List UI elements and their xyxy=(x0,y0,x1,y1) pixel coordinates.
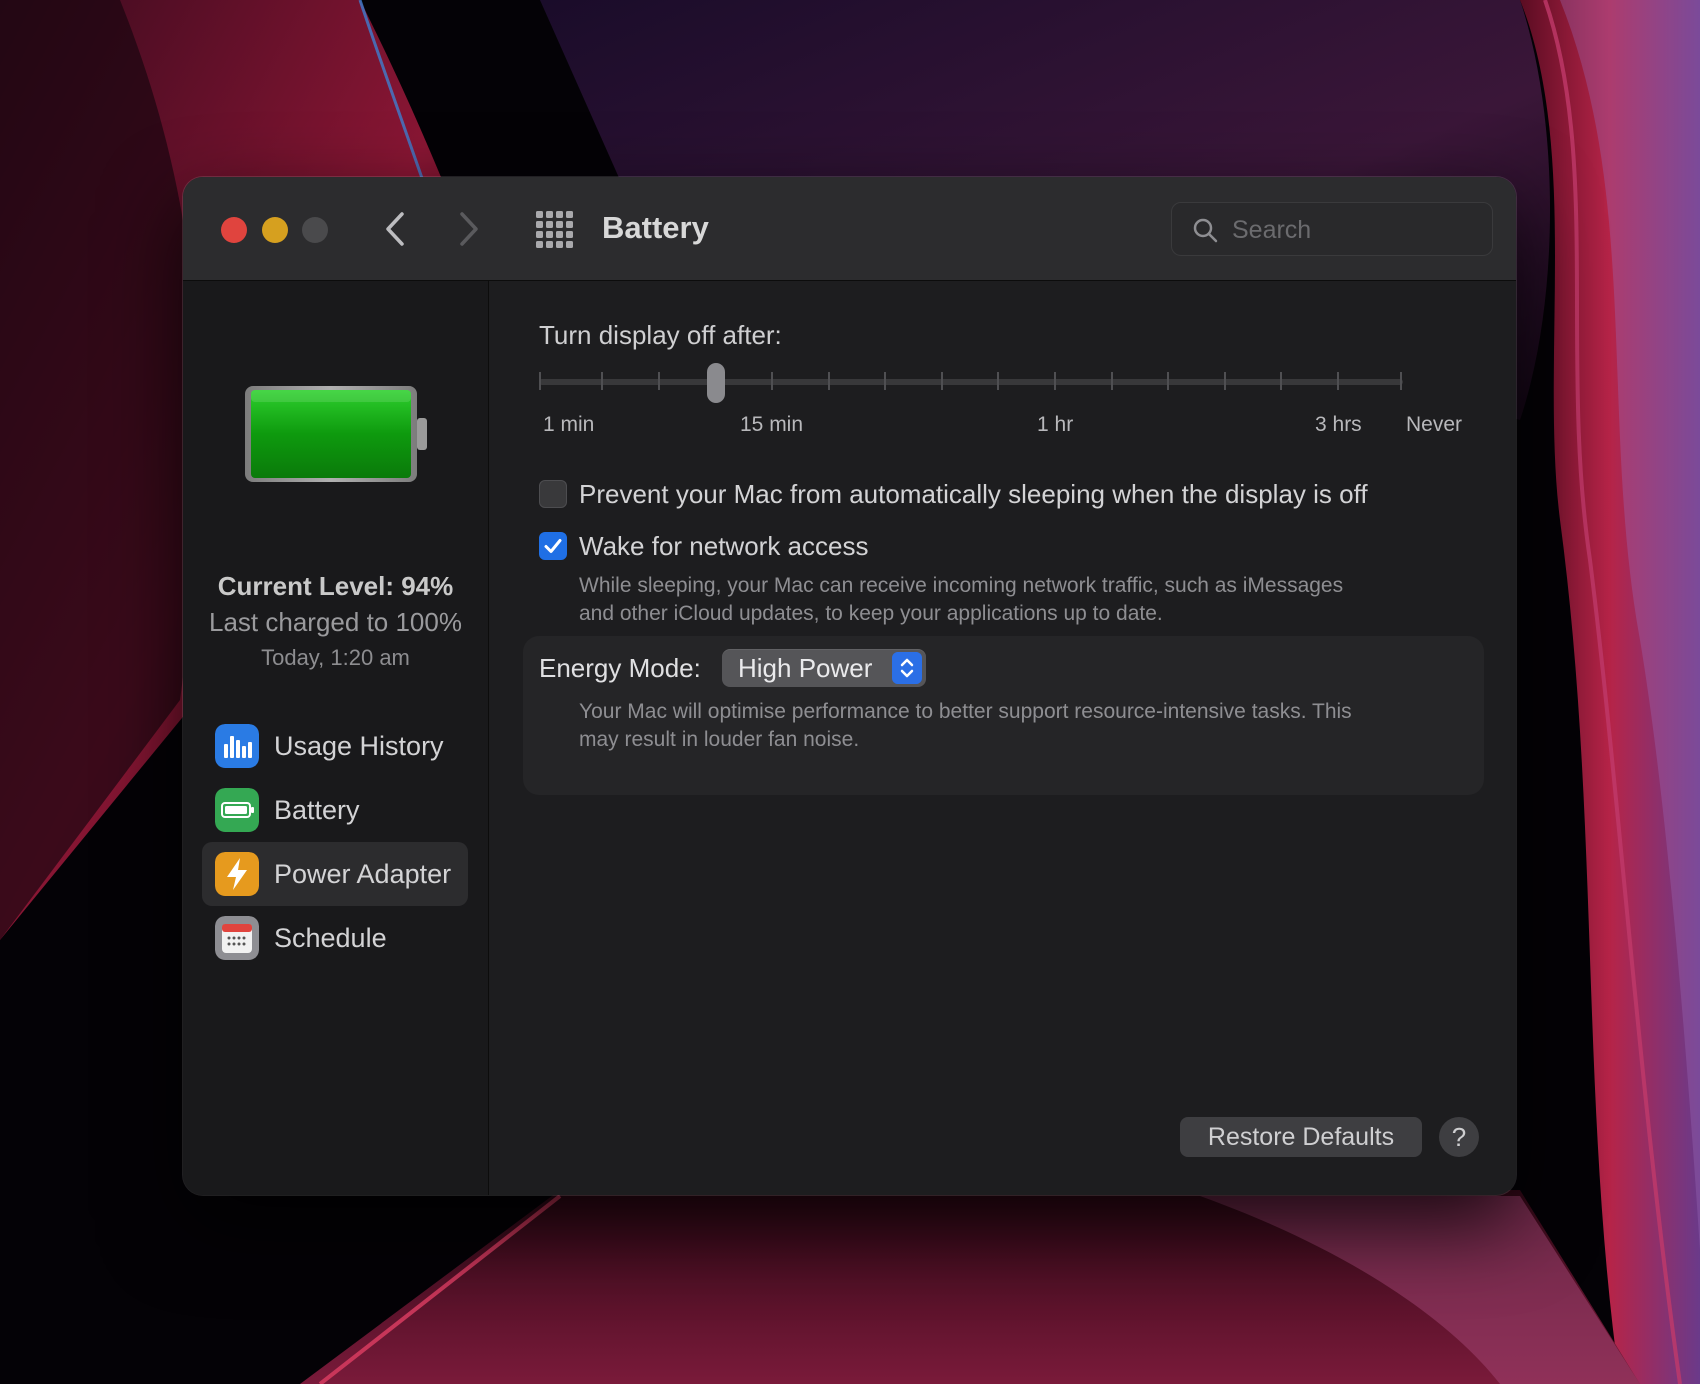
sidebar-item-label: Usage History xyxy=(274,731,444,761)
battery-fill xyxy=(251,390,411,478)
search-input[interactable] xyxy=(1230,211,1484,249)
display-off-slider-title: Turn display off after: xyxy=(539,320,782,350)
current-level-text: Current Level: 94% xyxy=(217,571,454,601)
slider-label-never: Never xyxy=(1406,413,1463,436)
last-charged-text: Last charged to 100% xyxy=(209,607,462,637)
sidebar-item-schedule[interactable]: Schedule xyxy=(202,906,468,970)
display-off-slider-ticks xyxy=(539,372,1402,390)
energy-mode-label: Energy Mode: xyxy=(539,653,701,683)
energy-mode-value: High Power xyxy=(738,653,873,683)
sidebar-item-label: Schedule xyxy=(274,923,387,953)
chevron-left-icon[interactable] xyxy=(376,207,416,251)
checkmark-icon xyxy=(544,539,562,553)
battery-level-graphic xyxy=(245,386,427,482)
display-off-slider-thumb[interactable] xyxy=(707,363,725,403)
prevent-sleep-checkbox[interactable] xyxy=(539,480,567,508)
energy-mode-description-line1: Your Mac will optimise performance to be… xyxy=(579,700,1352,723)
chevron-up-down-icon xyxy=(892,652,922,684)
slider-label-1-hr: 1 hr xyxy=(1037,413,1074,436)
sidebar-item-label: Battery xyxy=(274,795,360,825)
magnifier-icon xyxy=(1193,218,1218,243)
window-title: Battery xyxy=(602,210,709,245)
bar-chart-icon xyxy=(215,724,259,768)
energy-mode-popup[interactable]: High Power xyxy=(722,649,926,687)
minimize-button[interactable] xyxy=(262,217,288,243)
search-field[interactable] xyxy=(1171,202,1493,256)
sidebar-item-battery[interactable]: Battery xyxy=(202,778,468,842)
sidebar-item-label: Power Adapter xyxy=(274,859,452,889)
wake-network-checkbox[interactable] xyxy=(539,532,567,560)
chevron-right-icon[interactable] xyxy=(448,207,488,251)
grid-icon[interactable] xyxy=(535,210,573,248)
wake-network-description-line1: While sleeping, your Mac can receive inc… xyxy=(579,574,1344,597)
wake-network-label[interactable]: Wake for network access xyxy=(579,530,868,562)
title-bar: Battery xyxy=(183,177,1516,281)
sidebar: Current Level: 94% Last charged to 100% … xyxy=(183,281,489,1195)
lightning-icon xyxy=(215,852,259,896)
slider-label-3-hrs: 3 hrs xyxy=(1315,413,1362,436)
zoom-button[interactable] xyxy=(302,217,328,243)
help-button[interactable]: ? xyxy=(1439,1117,1479,1157)
slider-label-15-min: 15 min xyxy=(740,413,804,436)
energy-mode-description-line2: may result in louder fan noise. xyxy=(579,728,860,751)
close-button[interactable] xyxy=(221,217,247,243)
prevent-sleep-label[interactable]: Prevent your Mac from automatically slee… xyxy=(579,478,1368,510)
slider-label-1-min: 1 min xyxy=(543,413,595,436)
sidebar-item-usage-history[interactable]: Usage History xyxy=(202,714,468,778)
charged-time-text: Today, 1:20 am xyxy=(261,645,410,670)
calendar-icon xyxy=(215,916,259,960)
restore-defaults-button[interactable]: Restore Defaults xyxy=(1180,1117,1422,1157)
battery-icon xyxy=(215,788,259,832)
wake-network-description-line2: and other iCloud updates, to keep your a… xyxy=(579,602,1163,625)
sidebar-item-power-adapter[interactable]: Power Adapter xyxy=(202,842,468,906)
